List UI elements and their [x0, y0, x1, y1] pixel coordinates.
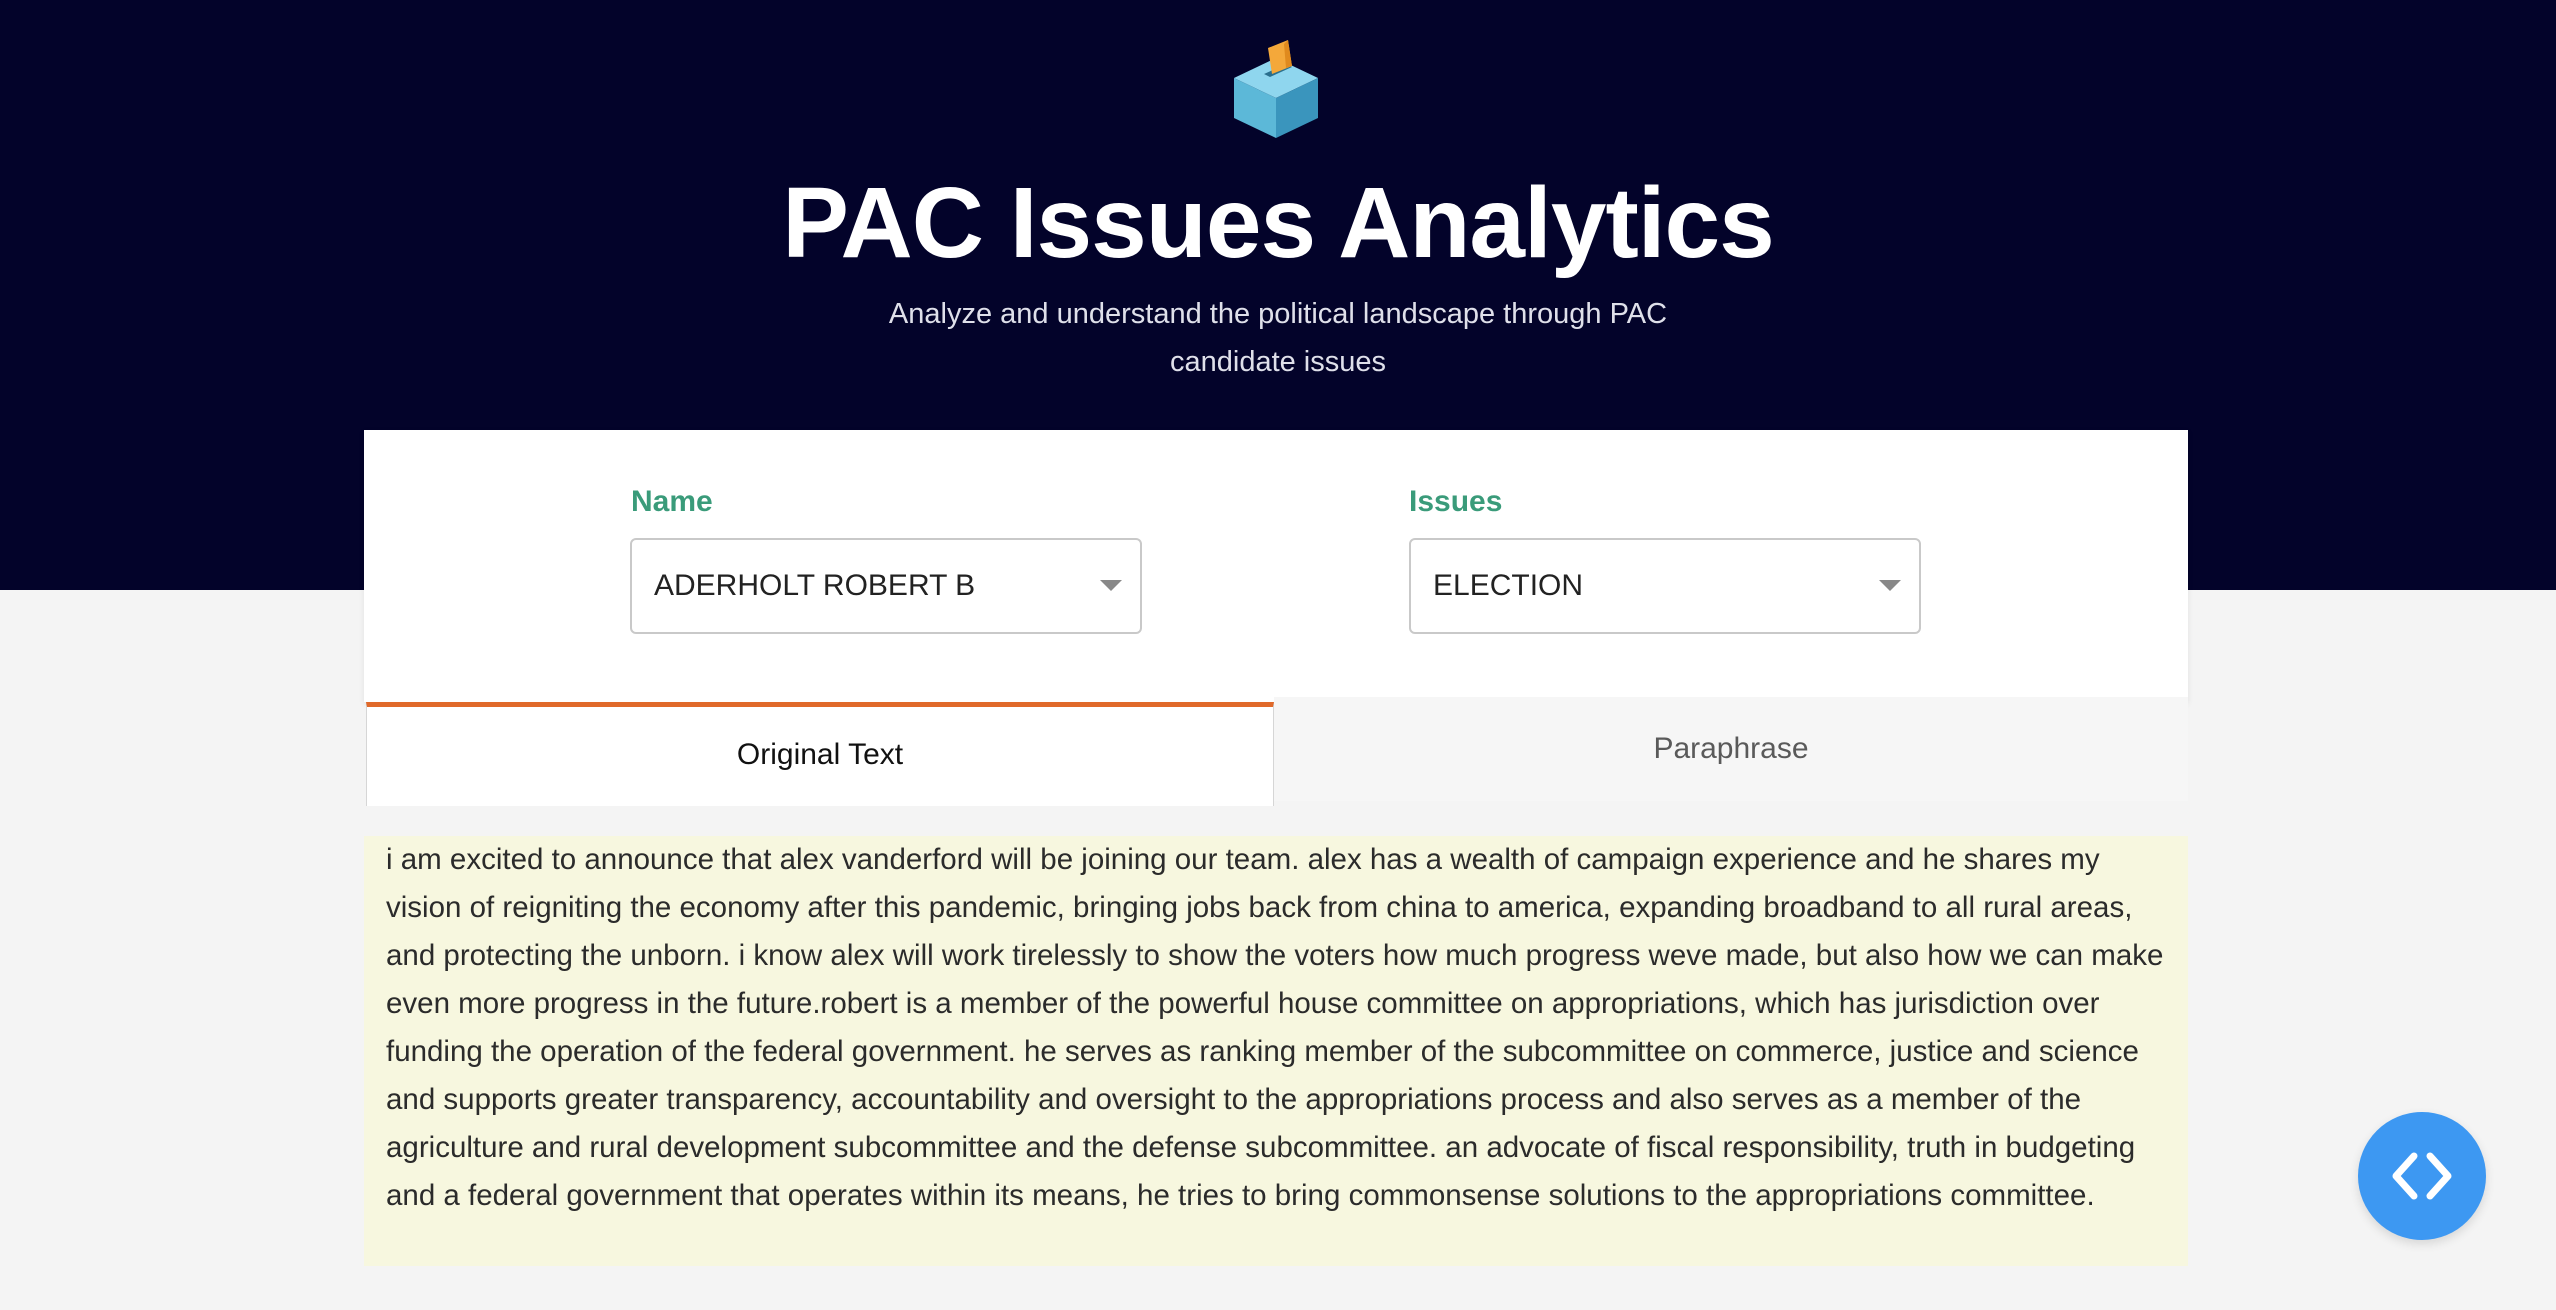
ballot-box-icon	[1226, 40, 1326, 140]
chevron-down-icon	[1100, 580, 1122, 591]
name-select-value: ADERHOLT ROBERT B	[654, 569, 976, 602]
tab-original-text[interactable]: Original Text	[366, 702, 1274, 806]
issues-select[interactable]: ELECTION	[1409, 538, 1921, 634]
page-subtitle: Analyze and understand the political lan…	[888, 298, 1668, 378]
chevron-down-icon	[1879, 580, 1901, 591]
tab-paraphrase[interactable]: Paraphrase	[1274, 697, 2188, 801]
code-icon	[2392, 1152, 2452, 1200]
issues-select-value: ELECTION	[1433, 569, 1584, 602]
page-title: PAC Issues Analytics	[782, 167, 1775, 279]
original-text-body: i am excited to announce that alex vande…	[386, 843, 2164, 1212]
tab-bar: Original Text Paraphrase	[364, 697, 2188, 806]
text-panel: i am excited to announce that alex vande…	[364, 836, 2188, 1266]
filter-panel: Name ADERHOLT ROBERT B Issues ELECTION	[364, 430, 2188, 702]
issues-field-label: Issues	[1409, 485, 1503, 518]
name-field-label: Name	[631, 485, 713, 518]
code-toggle-button[interactable]	[2358, 1112, 2486, 1240]
name-select[interactable]: ADERHOLT ROBERT B	[630, 538, 1142, 634]
